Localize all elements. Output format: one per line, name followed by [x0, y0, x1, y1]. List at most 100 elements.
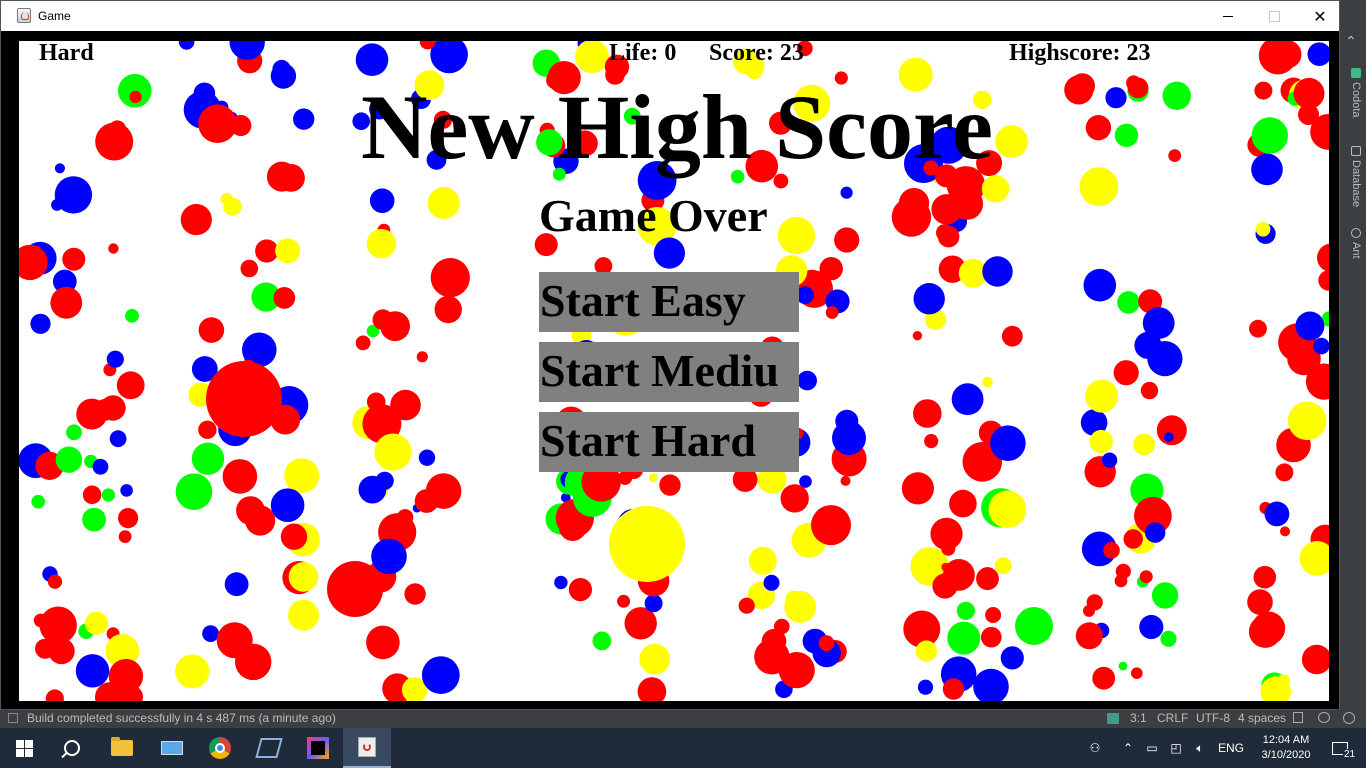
ball: [82, 485, 102, 505]
maximize-button[interactable]: [1251, 1, 1297, 31]
git-icon[interactable]: [1318, 712, 1330, 723]
ball: [116, 371, 145, 400]
chevron-up-icon[interactable]: ⌃: [1345, 34, 1357, 50]
action-center-button[interactable]: 21: [1320, 728, 1360, 768]
file-explorer-icon: [111, 737, 133, 756]
ball: [982, 256, 1013, 287]
ball: [39, 606, 77, 644]
search-icon: [64, 740, 80, 756]
lock-icon[interactable]: [1293, 712, 1303, 723]
smiley-icon[interactable]: [1343, 712, 1355, 724]
ant-icon: [1351, 228, 1361, 238]
ball: [275, 238, 300, 264]
ball: [738, 597, 755, 614]
ball: [416, 351, 428, 363]
ball: [1251, 611, 1286, 645]
ball: [575, 41, 609, 74]
ball: [995, 125, 1028, 158]
ball: [380, 311, 410, 342]
ball: [1064, 75, 1094, 105]
ball: [293, 108, 315, 130]
taskbar-file-explorer[interactable]: [98, 728, 146, 768]
taskbar-intellij[interactable]: [294, 728, 342, 768]
ball: [947, 621, 981, 655]
caret-position[interactable]: 3:1: [1130, 711, 1147, 725]
ball: [956, 601, 975, 620]
ball: [1277, 674, 1290, 688]
ball: [568, 578, 593, 602]
start-hard-label: Start Hard: [540, 415, 756, 466]
ball: [811, 505, 851, 546]
ball: [988, 490, 1027, 529]
ball: [1253, 565, 1277, 589]
ball: [1249, 319, 1267, 338]
ball: [355, 43, 389, 76]
start-easy-button[interactable]: Start Easy: [539, 272, 799, 332]
game-over-heading: Game Over: [539, 190, 768, 241]
taskbar-this-pc[interactable]: [148, 728, 196, 768]
taskbar-java-game[interactable]: [343, 728, 391, 768]
battery-icon[interactable]: ▭: [1142, 728, 1162, 768]
ball: [913, 399, 942, 428]
build-status-message[interactable]: Build completed successfully in 4 s 487 …: [27, 711, 336, 725]
ball: [1079, 167, 1119, 206]
maximize-icon: [1268, 10, 1280, 22]
close-icon: ✕: [1313, 6, 1327, 26]
input-language[interactable]: ENG: [1214, 728, 1248, 768]
search-button[interactable]: [48, 728, 96, 768]
game-canvas[interactable]: Hard Life: 0 Score: 23 Highscore: 23 New…: [19, 41, 1329, 701]
ball: [50, 286, 83, 319]
window-titlebar[interactable]: Game ✕: [1, 1, 1339, 31]
difficulty-label: Hard: [39, 41, 94, 66]
clock-time: 12:04 AM: [1262, 734, 1310, 746]
indent-setting[interactable]: 4 spaces: [1238, 711, 1286, 725]
terminal-icon[interactable]: [1107, 713, 1119, 724]
ball: [1086, 594, 1103, 611]
ball: [985, 607, 1002, 623]
taskbar-visual-studio[interactable]: [245, 728, 293, 768]
ball: [235, 643, 272, 681]
ball: [592, 631, 612, 651]
ball: [1251, 153, 1283, 186]
ball: [819, 257, 843, 281]
ball: [118, 508, 139, 529]
close-button[interactable]: ✕: [1297, 1, 1343, 31]
ball: [100, 395, 126, 421]
chevron-up-icon[interactable]: ⌃: [1118, 728, 1138, 768]
ball: [55, 446, 83, 473]
file-encoding[interactable]: UTF-8: [1196, 711, 1230, 725]
people-icon[interactable]: ⚇: [1083, 728, 1107, 768]
ball: [1114, 574, 1128, 588]
system-clock[interactable]: 12:04 AM 3/10/2020: [1255, 728, 1317, 768]
network-icon[interactable]: ◰: [1166, 728, 1186, 768]
ball: [198, 104, 237, 143]
ball: [129, 90, 142, 104]
ball: [30, 313, 51, 334]
ball: [390, 389, 421, 421]
ball: [1273, 41, 1302, 69]
panel-toggle-icon[interactable]: [8, 713, 18, 723]
ball: [1139, 614, 1164, 640]
ball: [255, 239, 279, 263]
tool-tab-ant[interactable]: Ant: [1344, 228, 1362, 259]
ball: [951, 187, 984, 220]
start-medium-button[interactable]: Start Mediu: [539, 342, 799, 402]
highscore-counter: Highscore: 23: [1009, 41, 1151, 66]
volume-icon[interactable]: 🔈︎: [1190, 728, 1210, 768]
ball: [175, 473, 213, 511]
ball: [430, 41, 468, 74]
ball: [62, 247, 86, 271]
ball: [981, 626, 1002, 648]
line-separator[interactable]: CRLF: [1157, 711, 1188, 725]
start-button[interactable]: [0, 728, 48, 768]
ball: [1163, 432, 1174, 442]
minimize-button[interactable]: [1205, 1, 1251, 31]
ball: [418, 449, 436, 466]
tool-tab-database[interactable]: Database: [1344, 146, 1362, 207]
ball: [355, 335, 371, 351]
start-hard-button[interactable]: Start Hard: [539, 412, 799, 472]
ball: [222, 459, 258, 494]
taskbar-chrome[interactable]: [196, 728, 244, 768]
tool-tab-codota[interactable]: Codota: [1344, 68, 1362, 117]
ball: [941, 541, 956, 556]
